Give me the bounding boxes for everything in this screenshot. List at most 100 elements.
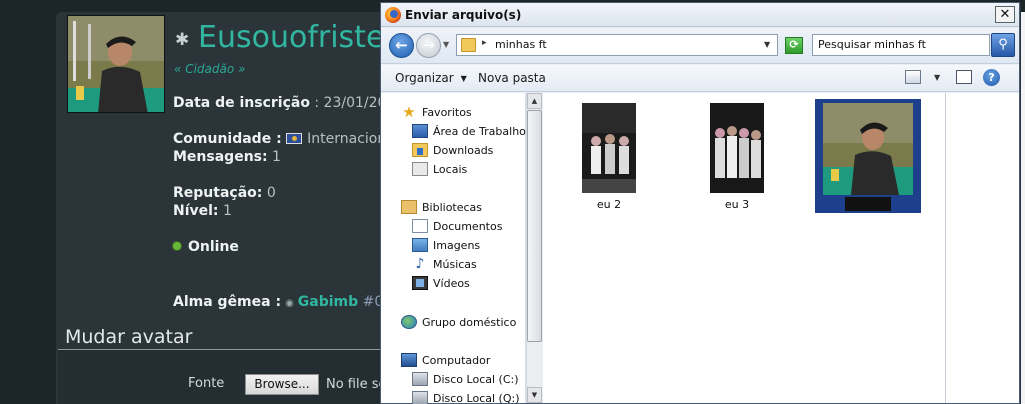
level-value: 1 bbox=[218, 203, 232, 219]
nav-documents-label: Documentos bbox=[433, 219, 503, 233]
nav-disk-c-label: Disco Local (C:) bbox=[433, 372, 519, 386]
music-icon: ♪ bbox=[415, 256, 425, 272]
videos-icon bbox=[412, 276, 428, 290]
signup-label: Data de inscrição bbox=[173, 95, 310, 111]
file-thumbnail bbox=[823, 103, 913, 195]
level: Nível: 1 bbox=[173, 203, 232, 219]
profile-username: Eusouofriste bbox=[198, 20, 385, 55]
level-label: Nível: bbox=[173, 203, 219, 219]
forward-button[interactable]: → bbox=[416, 33, 441, 58]
avatar-photo bbox=[68, 16, 164, 112]
online-dot-icon bbox=[173, 242, 181, 250]
nav-libraries-label: Bibliotecas bbox=[422, 200, 483, 214]
nav-videos-label: Vídeos bbox=[433, 276, 470, 290]
nav-music-label: Músicas bbox=[433, 257, 477, 271]
messages-value: 1 bbox=[267, 149, 281, 165]
dialog-title: Enviar arquivo(s) bbox=[405, 8, 522, 22]
view-caret-icon[interactable]: ▼ bbox=[934, 73, 940, 82]
close-button[interactable]: ✕ bbox=[995, 6, 1015, 23]
places-icon bbox=[412, 162, 428, 176]
photo-thumbnail bbox=[582, 103, 636, 193]
change-avatar-title: Mudar avatar bbox=[65, 326, 193, 348]
star-icon: ★ bbox=[402, 103, 416, 121]
navigation-pane: ★ Favoritos Área de Trabalho Downloads Lo… bbox=[381, 93, 526, 404]
browse-button[interactable]: Browse... bbox=[245, 374, 319, 395]
dialog-titlebar[interactable]: Enviar arquivo(s) ✕ bbox=[381, 3, 1019, 27]
file-item[interactable]: eu 2 bbox=[549, 103, 669, 211]
refresh-button[interactable]: ⟳ bbox=[785, 37, 803, 54]
nav-scrollbar[interactable]: ▲ ▼ bbox=[526, 93, 542, 403]
nav-computer-label: Computador bbox=[422, 353, 491, 367]
address-bar: ← → ▼ ▸ minhas ft ▼ ⟳ Pesquisar minhas f… bbox=[381, 28, 1019, 64]
desktop-icon bbox=[412, 124, 428, 138]
reputation-label: Reputação: bbox=[173, 185, 263, 201]
view-options-icon[interactable] bbox=[905, 70, 921, 84]
address-path[interactable]: minhas ft bbox=[495, 38, 547, 51]
file-item-selected[interactable] bbox=[815, 99, 921, 213]
nav-videos[interactable]: Vídeos bbox=[412, 274, 470, 292]
community-label: Comunidade : bbox=[173, 131, 282, 147]
nav-images[interactable]: Imagens bbox=[412, 236, 480, 254]
online-label: Online bbox=[188, 239, 239, 255]
file-label-area bbox=[845, 197, 891, 211]
new-folder-button[interactable]: Nova pasta bbox=[478, 71, 546, 85]
nav-favorites[interactable]: ★ Favoritos bbox=[401, 103, 472, 121]
reputation-value: 0 bbox=[262, 185, 276, 201]
folder-icon bbox=[461, 38, 476, 52]
scroll-thumb[interactable] bbox=[527, 110, 542, 342]
nav-downloads[interactable]: Downloads bbox=[412, 141, 493, 159]
nav-computer[interactable]: Computador bbox=[401, 351, 490, 369]
file-label: eu 3 bbox=[724, 198, 750, 211]
profile-avatar bbox=[67, 15, 165, 113]
source-label: Fonte bbox=[188, 376, 225, 391]
disk-icon bbox=[412, 372, 428, 386]
nav-documents[interactable]: Documentos bbox=[412, 217, 502, 235]
search-icon[interactable]: ⚲ bbox=[991, 33, 1015, 57]
nav-places[interactable]: Locais bbox=[412, 160, 467, 178]
messages: Mensagens: 1 bbox=[173, 149, 281, 165]
address-field[interactable]: ▸ minhas ft ▼ bbox=[456, 34, 778, 56]
messages-label: Mensagens: bbox=[173, 149, 268, 165]
nav-desktop[interactable]: Área de Trabalho bbox=[412, 122, 526, 140]
scroll-down-icon[interactable]: ▼ bbox=[527, 387, 542, 403]
nav-disk-c[interactable]: Disco Local (C:) bbox=[412, 370, 519, 388]
nav-music[interactable]: ♪ Músicas bbox=[412, 255, 477, 273]
images-icon bbox=[412, 238, 428, 252]
nav-homegroup-label: Grupo doméstico bbox=[422, 315, 517, 329]
profile-rank: « Cidadão » bbox=[174, 62, 246, 76]
nav-libraries[interactable]: Bibliotecas bbox=[401, 198, 482, 216]
organize-caret-icon: ▼ bbox=[460, 74, 467, 83]
address-dropdown-icon[interactable]: ▼ bbox=[764, 40, 770, 49]
breadcrumb-arrow-icon[interactable]: ▸ bbox=[482, 38, 487, 48]
help-icon[interactable]: ? bbox=[983, 69, 1000, 86]
photo-thumbnail bbox=[710, 103, 764, 193]
nav-disk-q-label: Disco Local (Q:) bbox=[433, 391, 520, 404]
file-item[interactable]: eu 3 bbox=[677, 103, 797, 211]
soulmate-name[interactable]: Gabimb bbox=[298, 294, 358, 310]
nav-downloads-label: Downloads bbox=[433, 143, 494, 157]
nav-disk-q[interactable]: Disco Local (Q:) bbox=[412, 389, 520, 404]
preview-pane-icon[interactable] bbox=[956, 70, 972, 84]
command-toolbar: Organizar ▼ Nova pasta ▼ ? bbox=[381, 65, 1019, 92]
downloads-icon bbox=[412, 143, 428, 157]
organize-menu[interactable]: Organizar ▼ bbox=[395, 71, 467, 85]
history-dropdown-icon[interactable]: ▼ bbox=[443, 40, 449, 49]
soulmate: Alma gêmea :◉Gabimb #0752 bbox=[173, 294, 410, 310]
search-input[interactable]: Pesquisar minhas ft bbox=[812, 34, 990, 56]
soulmate-label: Alma gêmea : bbox=[173, 294, 282, 310]
back-button[interactable]: ← bbox=[389, 33, 414, 58]
libraries-icon bbox=[401, 200, 417, 214]
online-status: Online bbox=[173, 239, 239, 255]
organize-label: Organizar bbox=[395, 71, 454, 85]
scroll-up-icon[interactable]: ▲ bbox=[527, 93, 542, 109]
flag-icon bbox=[286, 133, 303, 144]
file-thumbnail bbox=[582, 103, 636, 193]
nav-places-label: Locais bbox=[433, 162, 468, 176]
file-thumbnail bbox=[710, 103, 764, 193]
nav-favorites-label: Favoritos bbox=[422, 105, 472, 119]
gear-icon[interactable]: ✱ bbox=[175, 31, 193, 49]
firefox-icon bbox=[385, 7, 401, 23]
file-label: eu 2 bbox=[596, 198, 622, 211]
file-list: eu 2 eu 3 bbox=[543, 93, 945, 403]
nav-homegroup[interactable]: Grupo doméstico bbox=[401, 313, 516, 331]
